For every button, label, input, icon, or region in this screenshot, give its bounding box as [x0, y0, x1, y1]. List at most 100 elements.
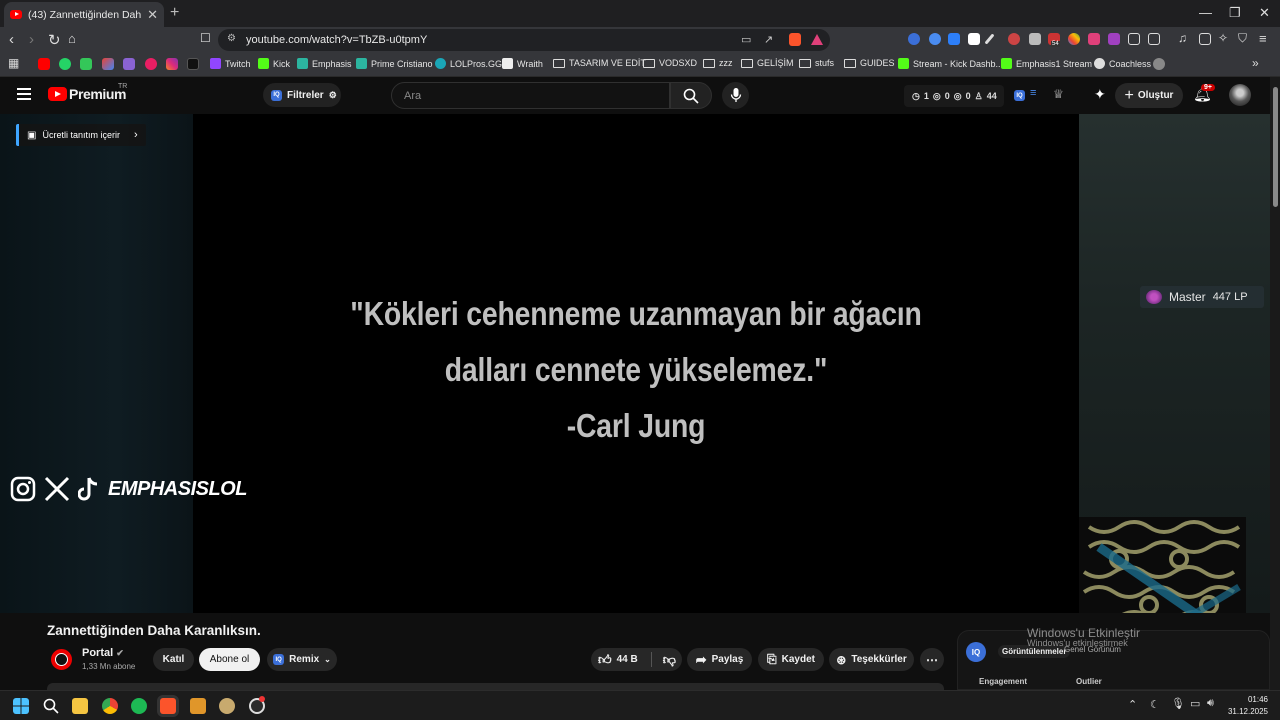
- thumbs-down-icon[interactable]: 👎︎: [663, 652, 676, 668]
- back-button[interactable]: ‹: [9, 31, 14, 48]
- reload-button[interactable]: ↻: [48, 31, 61, 49]
- file-explorer-icon[interactable]: [72, 698, 88, 714]
- thanks-button[interactable]: ⊛ Teşekkürler: [829, 648, 914, 671]
- list-icon[interactable]: ≡: [1030, 87, 1036, 99]
- bookmark-folder-guides[interactable]: GUIDES: [844, 58, 895, 68]
- menu-icon[interactable]: ≡: [1259, 31, 1267, 46]
- spotify-icon[interactable]: [131, 698, 147, 714]
- bookmark-kick[interactable]: Kick: [258, 58, 290, 69]
- share-icon[interactable]: ↗: [764, 33, 773, 46]
- iq-stats-bar[interactable]: ◷ 1 ◎ 0 ◎ 0 ♙ 44: [904, 85, 1004, 107]
- bookmark-icon[interactable]: ☐: [200, 31, 211, 45]
- pin-icon[interactable]: ✦: [1094, 86, 1106, 103]
- windows-start-icon[interactable]: [13, 698, 29, 714]
- home-button[interactable]: ⌂: [68, 31, 76, 46]
- extension-play-icon[interactable]: [948, 33, 960, 45]
- bookmark-globe-icon[interactable]: [1153, 58, 1165, 70]
- more-actions-button[interactable]: ⋯: [920, 648, 944, 671]
- maximize-button[interactable]: ❐: [1229, 5, 1241, 21]
- bookmark-green-icon[interactable]: [80, 58, 92, 70]
- hamburger-menu-icon[interactable]: [17, 88, 31, 100]
- bookmark-emphasis[interactable]: Emphasis: [297, 58, 352, 69]
- brave-rewards-icon[interactable]: [811, 34, 823, 45]
- bookmark-whatsapp-icon[interactable]: [59, 58, 71, 70]
- remix-button[interactable]: IQ Remix ⌄: [267, 648, 337, 671]
- more-bookmarks-icon[interactable]: »: [1252, 56, 1259, 70]
- bookmark-instagram-icon[interactable]: [166, 58, 178, 70]
- cast-icon[interactable]: ▭: [741, 33, 751, 46]
- trophy-icon[interactable]: ♕: [1053, 87, 1064, 101]
- bookmark-folder-vodsxd[interactable]: VODSXD: [643, 58, 697, 68]
- extension-window-icon[interactable]: [1148, 33, 1160, 45]
- channel-name[interactable]: Portal ✔: [82, 647, 124, 659]
- omnibox[interactable]: ⚙ youtube.com/watch?v=TbZB-u0tpmY ▭ ↗: [218, 29, 830, 51]
- minimize-button[interactable]: —: [1199, 5, 1212, 20]
- bookmark-wraith[interactable]: Wraith: [502, 58, 543, 69]
- youtube-logo-icon[interactable]: [48, 87, 67, 101]
- network-icon[interactable]: ▭: [1190, 697, 1200, 710]
- brave-icon[interactable]: [160, 698, 176, 714]
- tray-chevron-icon[interactable]: ⌃: [1128, 698, 1137, 711]
- bookmark-kick-dashboard[interactable]: Stream - Kick Dashb...: [898, 58, 1003, 69]
- apps-icon[interactable]: ▦: [8, 56, 19, 70]
- bookmark-emphasis-stream[interactable]: Emphasis1 Stream: [1001, 58, 1092, 69]
- share-button[interactable]: ➦ Paylaş: [687, 648, 752, 671]
- leo-ai-icon[interactable]: ✧: [1218, 31, 1228, 45]
- account-avatar[interactable]: [1229, 84, 1251, 106]
- bookmark-purple-icon[interactable]: [123, 58, 135, 70]
- bookmark-coachless[interactable]: Coachless: [1094, 58, 1151, 69]
- close-tab-icon[interactable]: ✕: [147, 7, 158, 23]
- tray-app-icon[interactable]: ☾: [1150, 698, 1160, 711]
- like-button[interactable]: 👍︎ 44 B 👎︎: [591, 648, 682, 671]
- page-scrollbar[interactable]: [1270, 77, 1280, 690]
- bookmark-lolpros[interactable]: LOLPros.GG: [435, 58, 502, 69]
- bookmark-folder-stufs[interactable]: stufs: [799, 58, 834, 68]
- iq-icon[interactable]: IQ: [1014, 90, 1025, 101]
- search-button[interactable]: [670, 82, 712, 109]
- bookmark-twitch[interactable]: Twitch: [210, 58, 251, 69]
- bookmark-folder-zzz[interactable]: zzz: [703, 58, 733, 68]
- sublime-icon[interactable]: [190, 698, 206, 714]
- channel-avatar[interactable]: [51, 649, 72, 670]
- description-box[interactable]: [47, 683, 944, 690]
- bookmark-folder-gelisim[interactable]: GELİŞİM: [741, 58, 794, 68]
- league-client-icon[interactable]: [219, 698, 235, 714]
- bookmark-folder-tasarim[interactable]: TASARIM VE EDİT: [553, 58, 646, 68]
- system-clock[interactable]: 01:46 31.12.2025: [1226, 694, 1268, 718]
- bookmark-gmail-icon[interactable]: [102, 58, 114, 70]
- bookmark-youtube-icon[interactable]: [38, 58, 50, 70]
- extension-purple-icon[interactable]: [1108, 33, 1120, 45]
- search-input[interactable]: Ara: [391, 82, 670, 109]
- vpn-icon[interactable]: ⛉: [1238, 31, 1247, 46]
- extensions-puzzle-icon[interactable]: [1128, 33, 1140, 45]
- save-button[interactable]: ⎘ Kaydet: [758, 648, 824, 671]
- extension-pen-icon[interactable]: [984, 33, 995, 45]
- site-info-icon[interactable]: ⚙: [227, 33, 236, 44]
- bookmark-prime-cristiano[interactable]: Prime Cristiano: [356, 58, 433, 69]
- extension-camera-icon[interactable]: [1029, 33, 1041, 45]
- browser-tab[interactable]: (43) Zannettiğinden Daha Karanlıksın. ✕: [4, 2, 164, 27]
- extension-iq-icon[interactable]: [908, 33, 920, 45]
- forward-button[interactable]: ›: [29, 31, 34, 48]
- new-tab-button[interactable]: +: [170, 4, 179, 22]
- voice-search-button[interactable]: [722, 82, 749, 109]
- extension-c-icon[interactable]: [968, 33, 980, 45]
- sidebar-icon[interactable]: [1199, 33, 1211, 45]
- close-window-button[interactable]: ✕: [1259, 5, 1270, 21]
- create-button[interactable]: + Oluştur: [1115, 83, 1183, 108]
- paid-promotion-badge[interactable]: ▣ Ücretli tanıtım içerir ›: [16, 124, 146, 146]
- video-player[interactable]: ▣ Ücretli tanıtım içerir › "Kökleri cehe…: [0, 114, 1270, 613]
- scrollbar-thumb[interactable]: [1273, 87, 1278, 207]
- chrome-icon[interactable]: [102, 698, 118, 714]
- extension-pink-icon[interactable]: [1088, 33, 1100, 45]
- brave-shield-icon[interactable]: [789, 33, 801, 46]
- media-icon[interactable]: ♫: [1178, 31, 1187, 45]
- filters-button[interactable]: IQ Filtreler ⚙: [263, 83, 341, 107]
- extension-chrome-icon[interactable]: [1068, 33, 1080, 45]
- extension-red-icon[interactable]: [1008, 33, 1020, 45]
- extension-blue-icon[interactable]: [929, 33, 941, 45]
- tray-mic-icon[interactable]: 🎙︎: [1171, 697, 1185, 710]
- bookmark-tiktok-icon[interactable]: [187, 58, 199, 70]
- volume-icon[interactable]: 🔊︎: [1207, 697, 1214, 710]
- subscribe-button[interactable]: Abone ol: [199, 648, 260, 671]
